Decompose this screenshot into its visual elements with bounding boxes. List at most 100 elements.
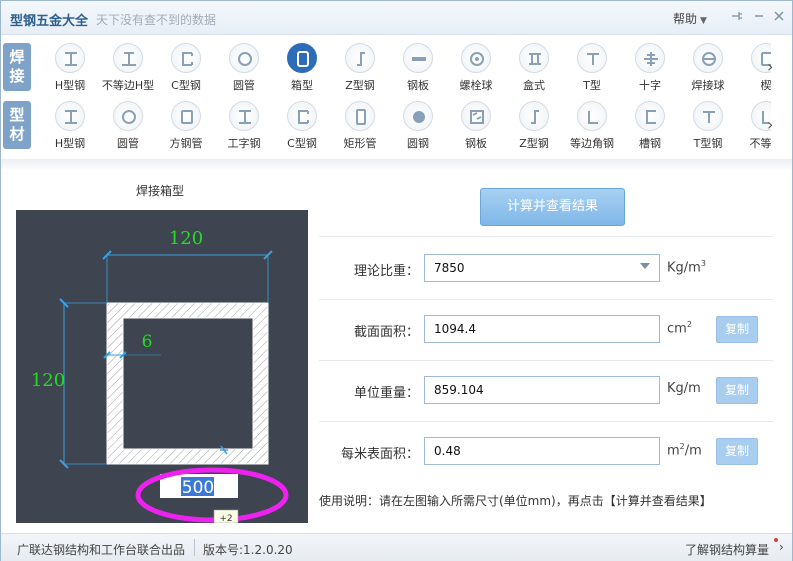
copy-button[interactable]: 复制 <box>716 377 758 404</box>
weld-item-6[interactable]: 钢板 <box>389 39 447 97</box>
profile-item-8[interactable]: Z型钢 <box>505 97 563 155</box>
category-item-label: C型钢 <box>171 79 201 92</box>
unit-superscript: 3 <box>700 259 706 268</box>
weld-item-0[interactable]: H型钢 <box>41 39 99 97</box>
diagram-title: 焊接箱型 <box>136 184 185 198</box>
category-item-label: 圆钢 <box>407 137 429 150</box>
chevron-down-icon: ▼ <box>700 16 707 26</box>
weld-item-8[interactable]: 盒式 <box>505 39 563 97</box>
copy-button[interactable]: 复制 <box>716 316 758 343</box>
form-divider <box>319 360 773 361</box>
weld-item-12[interactable]: 楔 <box>737 39 771 97</box>
category-item-label: 焊接球 <box>691 79 725 92</box>
profile-item-0[interactable]: H型钢 <box>41 97 99 155</box>
height-dim-label[interactable]: 120 <box>31 370 65 391</box>
result-field[interactable]: 0.48 <box>424 437 660 465</box>
unit-label: m2/m <box>667 442 702 458</box>
round-pipe-icon <box>113 101 143 131</box>
tab-weld[interactable]: 焊 接 <box>3 43 31 91</box>
result-field[interactable]: 859.104 <box>424 376 660 404</box>
chevron-right-icon[interactable]: › <box>779 540 784 554</box>
weld-item-4[interactable]: 箱型 <box>273 39 331 97</box>
profile-item-11[interactable]: T型钢 <box>679 97 737 155</box>
category-item-label: 十字 <box>639 79 661 92</box>
box-type-icon <box>519 43 549 73</box>
tab-profile[interactable]: 型 材 <box>3 101 31 149</box>
weld-item-5[interactable]: Z型钢 <box>331 39 389 97</box>
app-window: 型钢五金大全 天下没有查不到的数据 帮助 ▼ 焊 接 H型钢 不等边H型 C型钢 圆管箱… <box>0 0 793 561</box>
weld-scroll-right-icon[interactable]: › <box>767 57 773 76</box>
result-label: 截面面积： <box>353 325 419 340</box>
category-item-label: H型钢 <box>54 137 86 150</box>
status-credits: 广联达钢结构和工作台联合出品 <box>17 543 186 557</box>
t-section-icon <box>693 101 723 131</box>
length-input-value[interactable]: 500 <box>182 478 214 498</box>
field-value: 1094.4 <box>434 322 476 336</box>
equal-angle-icon <box>577 101 607 131</box>
form-divider <box>319 299 773 300</box>
steel-plate-icon <box>403 43 433 73</box>
category-item-label: 不等边H型 <box>101 79 155 92</box>
width-dim-label[interactable]: 120 <box>169 228 203 249</box>
weld-item-2[interactable]: C型钢 <box>157 39 215 97</box>
unequal-h-beam-icon <box>113 43 143 73</box>
thickness-dim-label[interactable]: 6 <box>142 332 153 352</box>
unit-main: m <box>667 443 680 459</box>
unit-main: Kg/m <box>667 381 701 396</box>
weld-item-1[interactable]: 不等边H型 <box>99 39 157 97</box>
pin-icon[interactable] <box>729 10 745 26</box>
weld-item-9[interactable]: T型 <box>563 39 621 97</box>
learn-more-link[interactable]: 了解钢结构算量 <box>685 541 769 558</box>
profile-category-row: 型 材 H型钢 圆管 方钢管 工字钢 C型钢 矩形管 圆钢 钢板 Z型钢 等边角钢 槽钢 T型钢 不等边… <box>1 97 792 157</box>
dropdown-arrow-icon[interactable] <box>640 263 650 269</box>
profile-item-10[interactable]: 槽钢 <box>621 97 679 155</box>
help-menu[interactable]: 帮助 ▼ <box>673 10 707 27</box>
profile-item-2[interactable]: 方钢管 <box>157 97 215 155</box>
result-field[interactable]: 1094.4 <box>424 315 660 343</box>
unit-main: cm <box>667 321 687 337</box>
profile-item-12[interactable]: 不等边 <box>737 97 771 155</box>
result-label: 单位重量： <box>353 386 419 401</box>
category-item-label: 螺栓球 <box>459 79 493 92</box>
unit-label: Kg/m <box>667 381 701 396</box>
weld-item-3[interactable]: 圆管 <box>215 39 273 97</box>
category-item-label: 楔 <box>760 79 772 92</box>
tab-profile-char-1: 型 <box>9 106 25 124</box>
z-section-icon <box>345 43 375 73</box>
profile-item-4[interactable]: C型钢 <box>273 97 331 155</box>
category-item-label: 圆管 <box>117 137 139 150</box>
close-icon[interactable] <box>771 10 787 26</box>
weld-item-10[interactable]: 十字 <box>621 39 679 97</box>
profile-scroll-right-icon[interactable]: › <box>767 115 773 134</box>
status-separator <box>194 539 195 556</box>
profile-item-7[interactable]: 钢板 <box>447 97 505 155</box>
field-value: 7850 <box>434 261 465 275</box>
result-label: 理论比重： <box>353 264 419 279</box>
t-section-icon <box>577 43 607 73</box>
status-version: 版本号:1.2.0.20 <box>203 543 293 557</box>
profile-item-1[interactable]: 圆管 <box>99 97 157 155</box>
category-item-label: C型钢 <box>287 137 317 150</box>
section-diagram: 120 120 6 500 +2 <box>16 210 308 524</box>
form-divider <box>319 236 773 237</box>
calculate-button[interactable]: 计算并查看结果 <box>480 188 625 226</box>
channel-icon <box>635 101 665 131</box>
weld-item-11[interactable]: 焊接球 <box>679 39 737 97</box>
tab-weld-char-1: 焊 <box>9 48 25 66</box>
unit-suffix: /m <box>684 443 702 459</box>
tab-weld-char-2: 接 <box>9 67 25 85</box>
app-slogan: 天下没有查不到的数据 <box>96 13 217 27</box>
cross-section-icon <box>635 43 665 73</box>
round-bar-icon <box>403 101 433 131</box>
minimize-icon[interactable] <box>751 10 767 26</box>
profile-item-5[interactable]: 矩形管 <box>331 97 389 155</box>
weld-item-7[interactable]: 螺栓球 <box>447 39 505 97</box>
copy-button[interactable]: 复制 <box>716 438 758 465</box>
density-select[interactable]: 7850 <box>424 254 660 282</box>
category-item-label: 方钢管 <box>169 137 203 150</box>
tab-profile-char-2: 材 <box>9 125 25 143</box>
round-pipe-icon <box>229 43 259 73</box>
profile-item-6[interactable]: 圆钢 <box>389 97 447 155</box>
profile-item-3[interactable]: 工字钢 <box>215 97 273 155</box>
profile-item-9[interactable]: 等边角钢 <box>563 97 621 155</box>
